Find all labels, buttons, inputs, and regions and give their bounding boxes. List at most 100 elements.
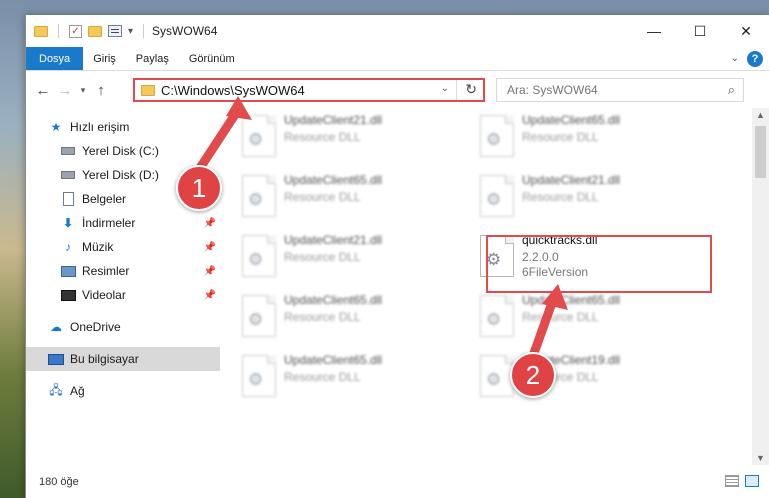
- item-count: 180 öğe: [39, 475, 79, 488]
- file-item[interactable]: ⚙ UpdateClient21.dll Resource DLL: [236, 110, 466, 168]
- forward-arrow-icon[interactable]: →: [54, 82, 76, 99]
- sidebar-item-label: Bu bilgisayar: [70, 352, 139, 366]
- folder-icon: [141, 84, 155, 96]
- pin-icon[interactable]: 📌: [204, 242, 216, 253]
- file-item[interactable]: ⚙ UpdateClient65.dll Resource DLL: [236, 290, 466, 348]
- file-item[interactable]: ⚙ UpdateClient21.dll Resource DLL: [474, 170, 704, 228]
- explorer-window: ✓ ▾ SysWOW64 — ☐ ✕ Dosya Giriş Paylaş Gö…: [25, 15, 769, 498]
- sidebar-item-network[interactable]: 🖧 Ağ: [26, 379, 220, 403]
- file-item[interactable]: ⚙ UpdateClient65.dll Resource DLL: [236, 170, 466, 228]
- file-name: UpdateClient21.dll: [284, 113, 383, 127]
- pin-icon[interactable]: 📌: [204, 290, 216, 301]
- status-bar: 180 öğe: [26, 465, 769, 498]
- dll-file-icon: ⚙: [242, 115, 276, 157]
- scrollbar-thumb[interactable]: [755, 126, 766, 178]
- minimize-button[interactable]: —: [631, 15, 677, 47]
- tab-paylas[interactable]: Paylaş: [126, 47, 179, 70]
- dll-file-icon: ⚙: [242, 295, 276, 337]
- computer-icon: [48, 352, 64, 366]
- address-bar[interactable]: C:\Windows\SysWOW64 ⌄ ↻: [133, 78, 485, 102]
- back-arrow-icon[interactable]: ←: [32, 82, 54, 99]
- dll-file-icon: ⚙: [242, 175, 276, 217]
- details-view-icon[interactable]: [725, 475, 739, 487]
- file-name: UpdateClient21.dll: [522, 173, 621, 187]
- scroll-up-arrow-icon[interactable]: ▲: [756, 110, 765, 120]
- maximize-button[interactable]: ☐: [677, 15, 723, 47]
- toolbar-divider: [143, 24, 145, 38]
- file-item[interactable]: ⚙ UpdateClient65.dll Resource DLL: [474, 110, 704, 168]
- file-type: Resource DLL: [522, 190, 599, 204]
- sidebar-item-local-disk-c[interactable]: Yerel Disk (C:): [26, 139, 220, 163]
- quick-access-toolbar: ✓ ▾: [34, 24, 148, 38]
- pin-icon[interactable]: 📌: [204, 266, 216, 277]
- file-type: Resource DLL: [284, 130, 361, 144]
- sidebar-item-quick-access[interactable]: ★ Hızlı erişim: [26, 115, 220, 139]
- title-bar: ✓ ▾ SysWOW64 — ☐ ✕: [26, 15, 769, 47]
- recent-locations-chevron-icon[interactable]: ▾: [76, 85, 90, 96]
- file-name: UpdateClient65.dll: [284, 173, 383, 187]
- drive-icon: [60, 168, 76, 182]
- file-type: Resource DLL: [284, 310, 361, 324]
- vertical-scrollbar[interactable]: ▲ ▼: [752, 108, 769, 465]
- sidebar-item-videos[interactable]: Videolar 📌: [26, 283, 220, 307]
- dll-file-icon: ⚙: [480, 115, 514, 157]
- file-name: UpdateClient65.dll: [284, 293, 383, 307]
- view-properties-icon[interactable]: [108, 25, 122, 37]
- help-button[interactable]: ?: [747, 50, 763, 67]
- search-input[interactable]: [497, 83, 707, 97]
- toolbar-divider: [58, 24, 59, 38]
- download-icon: ⬇: [62, 216, 74, 230]
- file-item[interactable]: ⚙ UpdateClient65.dll Resource DLL: [474, 290, 704, 348]
- search-icon[interactable]: ⌕: [728, 82, 735, 98]
- sidebar-item-label: Videolar: [82, 288, 126, 302]
- sidebar-item-label: Müzik: [82, 240, 114, 254]
- ribbon-tabs: Dosya Giriş Paylaş Görünüm ⌄ ?: [26, 47, 769, 71]
- customize-toolbar-chevron-icon[interactable]: ▾: [128, 26, 133, 37]
- music-icon: ♪: [65, 240, 71, 254]
- properties-check-icon[interactable]: ✓: [69, 24, 82, 38]
- expand-ribbon-chevron-icon[interactable]: ⌄: [731, 53, 739, 64]
- file-item[interactable]: ⚙ UpdateClient21.dll Resource DLL: [236, 230, 466, 288]
- sidebar-item-label: Yerel Disk (C:): [82, 144, 159, 158]
- address-path[interactable]: C:\Windows\SysWOW64: [161, 83, 305, 98]
- file-name: UpdateClient21.dll: [284, 233, 383, 247]
- document-icon: [60, 192, 76, 206]
- step-1-badge: 1: [176, 165, 222, 211]
- sidebar-item-music[interactable]: ♪ Müzik 📌: [26, 235, 220, 259]
- sidebar-item-label: Hızlı erişim: [70, 120, 130, 134]
- sidebar-item-label: Ağ: [70, 384, 85, 398]
- sidebar-item-label: İndirmeler: [82, 216, 136, 230]
- sidebar-item-onedrive[interactable]: ☁ OneDrive: [26, 315, 220, 339]
- search-box[interactable]: ⌕: [496, 78, 744, 102]
- video-icon: [60, 288, 76, 302]
- network-icon: 🖧: [49, 382, 63, 397]
- sidebar-item-pictures[interactable]: Resimler 📌: [26, 259, 220, 283]
- address-dropdown-chevron-icon[interactable]: ⌄: [441, 83, 449, 94]
- tab-gorunum[interactable]: Görünüm: [179, 47, 245, 70]
- file-item[interactable]: ⚙ UpdateClient65.dll Resource DLL: [236, 350, 466, 408]
- large-icons-view-icon[interactable]: [745, 475, 759, 487]
- scroll-down-arrow-icon[interactable]: ▼: [756, 453, 765, 463]
- file-type: Resource DLL: [522, 130, 599, 144]
- window-title: SysWOW64: [152, 24, 218, 38]
- star-icon: ★: [50, 120, 62, 134]
- sidebar-item-this-pc[interactable]: Bu bilgisayar: [26, 347, 220, 371]
- up-arrow-icon[interactable]: ↑: [90, 82, 112, 99]
- tab-dosya[interactable]: Dosya: [26, 47, 84, 70]
- file-name: UpdateClient65.dll: [522, 293, 621, 307]
- pin-icon[interactable]: 📌: [204, 218, 216, 229]
- folder-icon: [34, 25, 48, 37]
- tab-giris[interactable]: Giriş: [83, 47, 126, 70]
- address-divider: [456, 80, 457, 100]
- dll-file-icon: ⚙: [242, 355, 276, 397]
- close-button[interactable]: ✕: [723, 15, 769, 47]
- cloud-icon: ☁: [50, 320, 62, 334]
- file-name: UpdateClient65.dll: [284, 353, 383, 367]
- sidebar-item-downloads[interactable]: ⬇ İndirmeler 📌: [26, 211, 220, 235]
- sidebar-item-label: OneDrive: [70, 320, 121, 334]
- refresh-icon[interactable]: ↻: [465, 81, 477, 98]
- dll-file-icon: ⚙: [480, 295, 514, 337]
- file-type: Resource DLL: [284, 250, 361, 264]
- file-item[interactable]: ⚙ UpdateClient19.dll Resource DLL: [474, 350, 704, 408]
- new-folder-icon[interactable]: [88, 25, 102, 37]
